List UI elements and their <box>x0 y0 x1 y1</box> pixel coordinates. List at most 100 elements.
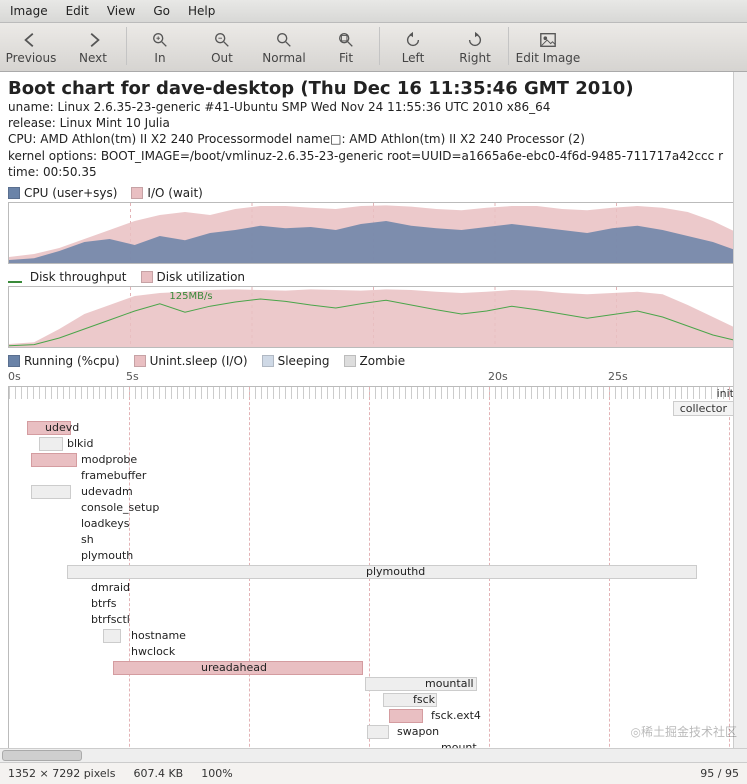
axis-5s: 5s <box>126 370 139 383</box>
rotate-right-button[interactable]: Right <box>444 31 506 65</box>
menu-help[interactable]: Help <box>188 4 215 18</box>
vertical-scrollbar[interactable] <box>733 72 747 748</box>
picture-icon <box>539 31 557 49</box>
legend-cpu-label: CPU (user+sys) <box>24 186 117 200</box>
cpu-io-chart <box>8 202 739 264</box>
status-dimensions: 1352 × 7292 pixels <box>8 767 115 780</box>
menu-go[interactable]: Go <box>153 4 170 18</box>
status-page: 95 / 95 <box>700 767 739 780</box>
proc-label: loadkeys <box>79 517 132 530</box>
proc-label: sh <box>79 533 96 546</box>
proc-label: framebuffer <box>79 469 148 482</box>
zoom-in-icon <box>151 31 169 49</box>
rotate-right-label: Right <box>459 51 491 65</box>
proc-label: console_setup <box>79 501 161 514</box>
proc-row-udevadm: udevadm <box>9 485 738 499</box>
proc-label: plymouth <box>79 549 135 562</box>
menu-image[interactable]: Image <box>10 4 48 18</box>
chart-title: Boot chart for dave-desktop (Thu Dec 16 … <box>8 78 739 99</box>
proc-row-udevd: udevd <box>9 421 738 435</box>
swatch-running <box>8 355 20 367</box>
proc-label: plymouthd <box>364 565 427 578</box>
edit-image-button[interactable]: Edit Image <box>511 31 585 65</box>
separator <box>379 27 380 65</box>
proc-row-plymouth: plymouth <box>9 549 738 563</box>
swatch-util <box>141 271 153 283</box>
scrollbar-thumb[interactable] <box>2 750 82 761</box>
horizontal-scrollbar[interactable] <box>0 748 747 762</box>
proc-label: hwclock <box>129 645 177 658</box>
zoom-normal-button[interactable]: Normal <box>253 31 315 65</box>
svg-text:125MB/s: 125MB/s <box>169 291 212 302</box>
swatch-sleeping <box>262 355 274 367</box>
zoom-in-button[interactable]: In <box>129 31 191 65</box>
arrow-right-icon <box>84 31 102 49</box>
next-label: Next <box>79 51 107 65</box>
separator <box>508 27 509 65</box>
separator <box>126 27 127 65</box>
legend-cpu-io: CPU (user+sys) I/O (wait) <box>8 186 739 200</box>
edit-image-label: Edit Image <box>516 51 581 65</box>
proc-bar <box>389 709 423 723</box>
proc-row-hwclock: hwclock <box>9 645 738 659</box>
document-viewport[interactable]: Boot chart for dave-desktop (Thu Dec 16 … <box>0 72 747 762</box>
legend-zombie-label: Zombie <box>360 354 406 368</box>
rotate-right-icon <box>466 31 484 49</box>
proc-row-fsck: fsck <box>9 693 738 707</box>
legend-io-label: I/O (wait) <box>147 186 202 200</box>
proc-row-swapon: swapon <box>9 725 738 739</box>
proc-label: ureadahead <box>199 661 269 674</box>
legend-util-label: Disk utilization <box>157 270 246 284</box>
proc-label: modprobe <box>79 453 139 466</box>
legend-unint-label: Unint.sleep (I/O) <box>150 354 248 368</box>
menu-edit[interactable]: Edit <box>66 4 89 18</box>
axis-25s: 25s <box>608 370 628 383</box>
process-chart: init collector udevdblkidmodprobeframebu… <box>8 386 739 762</box>
proc-label: hostname <box>129 629 188 642</box>
swatch-cpu <box>8 187 20 199</box>
time-axis: 0s 5s 20s 25s <box>8 370 739 384</box>
axis-0s: 0s <box>8 370 21 383</box>
proc-row-btrfsctl: btrfsctl <box>9 613 738 627</box>
proc-label: dmraid <box>89 581 132 594</box>
legend-throughput-label: Disk throughput <box>30 270 127 284</box>
menu-view[interactable]: View <box>107 4 135 18</box>
swatch-throughput <box>8 281 22 283</box>
proc-label: blkid <box>65 437 95 450</box>
meta-cpu: CPU: AMD Athlon(tm) II X2 240 Processorm… <box>8 131 739 147</box>
zoom-in-label: In <box>154 51 165 65</box>
proc-row-loadkeys: loadkeys <box>9 517 738 531</box>
proc-label: swapon <box>395 725 441 738</box>
proc-label: mountall <box>423 677 476 690</box>
zoom-fit-icon <box>337 31 355 49</box>
proc-label: fsck <box>411 693 437 706</box>
zoom-normal-label: Normal <box>262 51 305 65</box>
proc-row-blkid: blkid <box>9 437 738 451</box>
meta-time: time: 00:50.35 <box>8 164 739 180</box>
proc-row-mountall: mountall <box>9 677 738 691</box>
previous-button[interactable]: Previous <box>0 31 62 65</box>
zoom-fit-label: Fit <box>339 51 353 65</box>
proc-row-plymouthd: plymouthd <box>9 565 738 579</box>
legend-disk: Disk throughput Disk utilization <box>8 270 739 284</box>
meta-kernel: kernel options: BOOT_IMAGE=/boot/vmlinuz… <box>8 148 739 164</box>
rotate-left-button[interactable]: Left <box>382 31 444 65</box>
proc-bar <box>31 485 71 499</box>
proc-row-console_setup: console_setup <box>9 501 738 515</box>
swatch-unint <box>134 355 146 367</box>
proc-row-sh: sh <box>9 533 738 547</box>
proc-label: btrfsctl <box>89 613 132 626</box>
arrow-left-icon <box>22 31 40 49</box>
proc-row-hostname: hostname <box>9 629 738 643</box>
proc-label: udevd <box>43 421 81 434</box>
proc-init: init <box>717 387 734 400</box>
zoom-fit-button[interactable]: Fit <box>315 31 377 65</box>
zoom-out-button[interactable]: Out <box>191 31 253 65</box>
toolbar: Previous Next In Out Normal Fit Left Rig… <box>0 23 747 72</box>
next-button[interactable]: Next <box>62 31 124 65</box>
legend-proc: Running (%cpu) Unint.sleep (I/O) Sleepin… <box>8 354 739 368</box>
disk-chart: 125MB/s <box>8 286 739 348</box>
proc-bar <box>367 725 389 739</box>
proc-row-ureadahead: ureadahead <box>9 661 738 675</box>
swatch-zombie <box>344 355 356 367</box>
